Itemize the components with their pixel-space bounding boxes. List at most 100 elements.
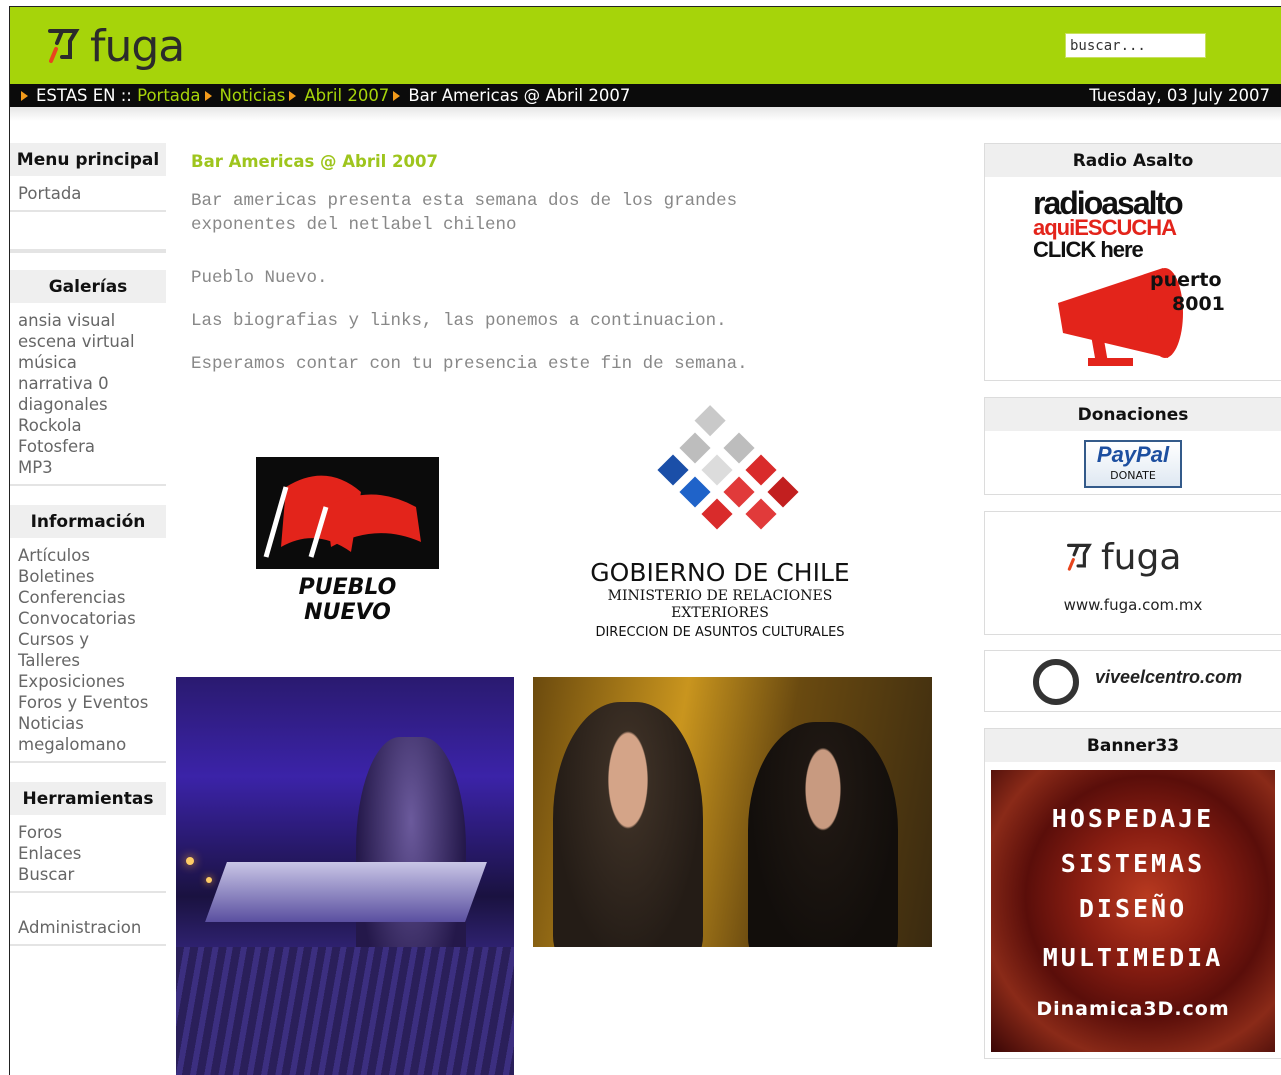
sidebar-item-fotosfera[interactable]: Fotosfera: [18, 436, 166, 457]
sidebar-item-exposiciones[interactable]: Exposiciones: [18, 671, 166, 692]
sidebar-item-escena-virtual[interactable]: escena virtual: [18, 331, 166, 352]
banner-line-2: SISTEMAS: [1060, 849, 1206, 878]
photo-person-1: [553, 702, 703, 947]
gobierno-emblem-icon: [657, 405, 799, 530]
gobierno-text: GOBIERNO DE CHILE MINISTERIO DE RELACION…: [570, 558, 870, 644]
banner33-title: Banner33: [985, 729, 1281, 762]
radio-tag2: CLICK here: [1033, 237, 1144, 262]
breadcrumb-current: Bar Americas @ Abril 2007: [408, 86, 631, 105]
search-input[interactable]: [1065, 33, 1206, 58]
sidebar-item-ansia-visual[interactable]: ansia visual: [18, 310, 166, 331]
divider: [10, 249, 166, 253]
sidebar-item-boletines[interactable]: Boletines: [18, 566, 166, 587]
breadcrumb-link-abril[interactable]: Abril 2007: [304, 86, 389, 105]
photo-person-2: [748, 722, 898, 947]
sidebar-item-enlaces[interactable]: Enlaces: [18, 843, 166, 864]
breadcrumb-link-noticias[interactable]: Noticias: [220, 86, 286, 105]
photo-floor: [176, 947, 514, 1075]
banner-line-4: MULTIMEDIA: [1042, 943, 1224, 972]
sidebar-item-administracion[interactable]: Administracion: [18, 917, 166, 938]
gobierno-line4: DIRECCION DE ASUNTOS CULTURALES: [595, 625, 845, 640]
pueblo-nuevo-logo: PUEBLO NUEVO: [256, 457, 439, 625]
article-title[interactable]: Bar Americas @ Abril 2007: [191, 152, 971, 171]
sidebar-item-diagonales[interactable]: diagonales: [18, 394, 166, 415]
page: fuga ESTAS EN :: Portada Noticias Abril …: [9, 6, 1281, 1075]
radio-asalto-banner[interactable]: radioasalto aquiESCUCHA CLICK here puert…: [985, 177, 1281, 381]
sidebar-item-megalomano[interactable]: megalomano: [18, 734, 166, 755]
article-paragraph-3: Las biografias y links, las ponemos a co…: [191, 311, 727, 331]
flags-icon: [256, 457, 439, 569]
article-line: exponentes del netlabel chileno: [191, 215, 517, 235]
site-header: fuga: [10, 7, 1281, 84]
photo-light: [186, 857, 194, 865]
sidebar-item-convocatorias[interactable]: Convocatorias: [18, 608, 166, 629]
arrow-icon: [289, 90, 297, 101]
sidebar-item-mp3[interactable]: MP3: [18, 457, 166, 478]
fuga-logo-icon: [1067, 543, 1092, 571]
fuga-banner-logo: fuga: [1067, 540, 1181, 576]
sidebar-item-portada[interactable]: Portada: [18, 183, 166, 204]
breadcrumb-link-portada[interactable]: Portada: [137, 86, 200, 105]
sidebar-item-conferencias[interactable]: Conferencias: [18, 587, 166, 608]
sidebar-item-articulos[interactable]: Artículos: [18, 545, 166, 566]
sidebar-item-rockola[interactable]: Rockola: [18, 415, 166, 436]
vec-circle-icon: [1033, 659, 1079, 705]
herramientas-box: Herramientas Foros Enlaces Buscar: [10, 782, 166, 893]
arrow-icon: [393, 90, 401, 101]
viveelcentro-banner[interactable]: viveelcentro.com: [984, 650, 1281, 712]
article-paragraph-2: Pueblo Nuevo.: [191, 268, 328, 288]
arrow-icon: [204, 90, 212, 101]
sidebar-item-foros-eventos[interactable]: Foros y Eventos: [18, 692, 166, 713]
duo-photo: [533, 677, 932, 947]
sidebar-item-buscar[interactable]: Buscar: [18, 864, 166, 885]
menu-principal-box: Menu principal Portada: [10, 143, 166, 212]
paypal-donate-button[interactable]: PayPal DONATE: [1084, 440, 1182, 488]
header-shadow: [10, 107, 1281, 121]
banner-line-3: DISEÑO: [1078, 894, 1188, 923]
dj-photo: [176, 677, 514, 1075]
informacion-box: Información Artículos Boletines Conferen…: [10, 505, 166, 763]
breadcrumb: ESTAS EN :: Portada Noticias Abril 2007 …: [10, 84, 1281, 107]
banner-site: Dinamica3D.com: [1036, 998, 1230, 1020]
gobierno-line3: EXTERIORES: [671, 605, 769, 621]
article-line: Bar americas presenta esta semana dos de…: [191, 191, 738, 211]
article: Bar Americas @ Abril 2007: [191, 152, 971, 171]
donaciones-box: Donaciones PayPal DONATE: [984, 397, 1281, 495]
logo-text: fuga: [90, 21, 185, 72]
current-date: Tuesday, 03 July 2007: [1089, 86, 1270, 105]
arrow-icon: [21, 90, 28, 101]
banner-line-1: HOSPEDAJE: [1051, 804, 1215, 833]
banner33-box: Banner33 HOSPEDAJE SISTEMAS DISEÑO MULTI…: [984, 728, 1281, 1059]
donaciones-title: Donaciones: [985, 398, 1281, 431]
article-paragraph-4: Esperamos contar con tu presencia este f…: [191, 354, 748, 374]
galerias-title: Galerías: [10, 270, 166, 303]
fuga-logo-icon: [48, 29, 80, 63]
fuga-logo[interactable]: fuga: [48, 21, 185, 73]
gobierno-line2: MINISTERIO DE RELACIONES: [607, 588, 833, 604]
sidebar-item-talleres[interactable]: Talleres: [18, 650, 166, 671]
admin-box: Administracion: [10, 907, 166, 946]
photo-table: [205, 862, 487, 922]
sidebar-item-cursos[interactable]: Cursos y: [18, 629, 166, 650]
sidebar-item-foros[interactable]: Foros: [18, 822, 166, 843]
radio-asalto-box: Radio Asalto radioasalto aquiESCUCHA CLI…: [984, 143, 1281, 381]
sidebar-item-noticias[interactable]: Noticias: [18, 713, 166, 734]
viveelcentro-text: viveelcentro.com: [1095, 667, 1243, 687]
herramientas-title: Herramientas: [10, 782, 166, 815]
article-paragraph-1: Bar americas presenta esta semana dos de…: [191, 189, 737, 237]
menu-principal-title: Menu principal: [10, 143, 166, 176]
gobierno-line1: GOBIERNO DE CHILE: [590, 558, 850, 587]
gobierno-chile-logo: GOBIERNO DE CHILE MINISTERIO DE RELACION…: [570, 405, 870, 645]
fuga-banner[interactable]: fuga www.fuga.com.mx: [984, 511, 1281, 635]
sidebar-item-musica[interactable]: música: [18, 352, 166, 373]
radio-puerto-number: 8001: [1172, 293, 1225, 315]
sidebar-item-narrativa[interactable]: narrativa 0: [18, 373, 166, 394]
informacion-title: Información: [10, 505, 166, 538]
galerias-box: Galerías ansia visual escena virtual mús…: [10, 270, 166, 486]
donate-label: DONATE: [1110, 469, 1156, 482]
paypal-label: PayPal: [1096, 442, 1170, 467]
radio-puerto: puerto: [1150, 269, 1222, 291]
dinamica3d-banner[interactable]: HOSPEDAJE SISTEMAS DISEÑO MULTIMEDIA Din…: [991, 770, 1275, 1052]
photo-light: [206, 877, 212, 883]
pueblo-nuevo-text: PUEBLO NUEVO: [298, 575, 397, 625]
